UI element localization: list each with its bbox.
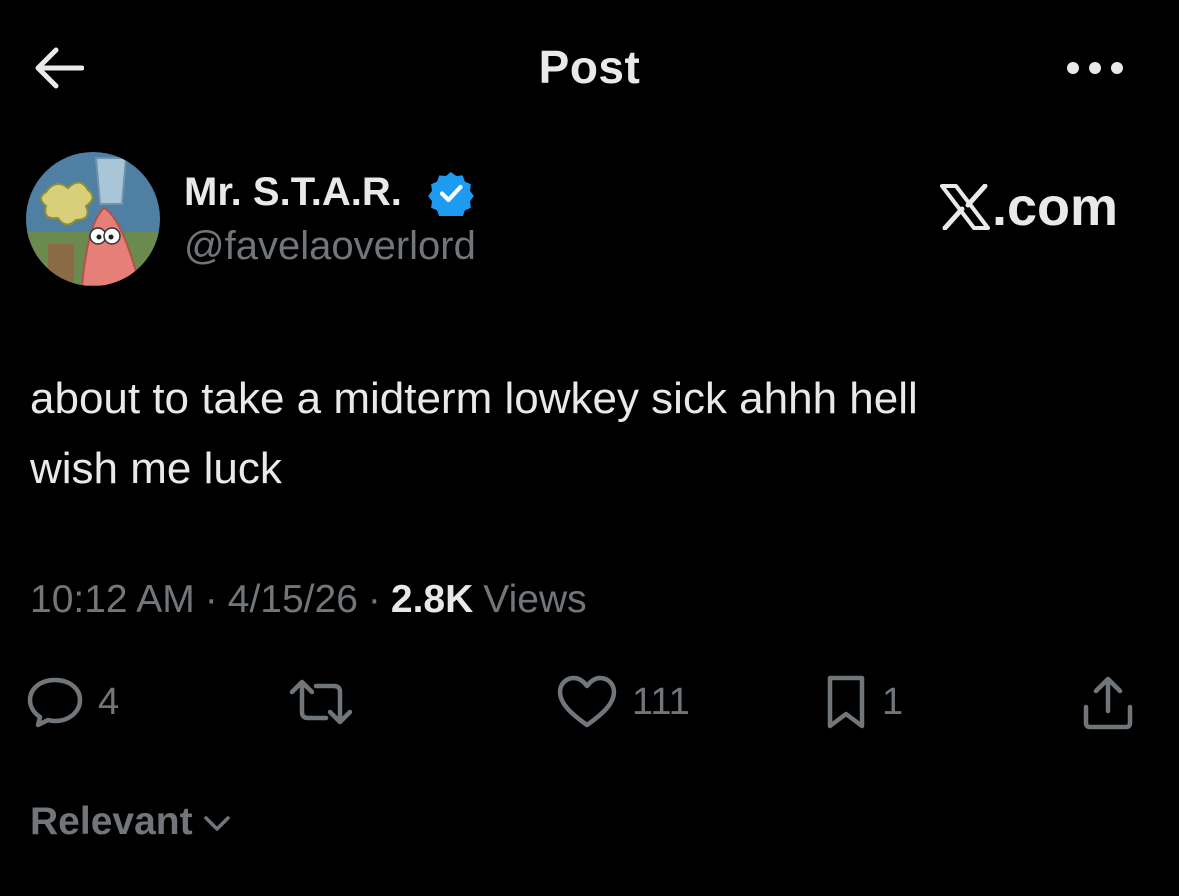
more-horizontal-icon (1067, 62, 1123, 74)
author-display-name[interactable]: Mr. S.T.A.R. (184, 170, 402, 215)
views-label[interactable]: Views (483, 578, 586, 622)
heart-icon (557, 675, 617, 728)
avatar-image (26, 152, 160, 286)
page-title: Post (538, 41, 641, 93)
avatar[interactable] (26, 152, 160, 286)
verified-badge-icon (428, 170, 474, 220)
repost-icon (289, 679, 353, 725)
x-watermark: .com (940, 176, 1118, 238)
share-button[interactable] (1080, 672, 1136, 732)
like-count: 111 (632, 680, 690, 723)
replies-sort-label: Relevant (30, 800, 193, 843)
replies-sort-dropdown[interactable]: Relevant (30, 800, 231, 844)
reply-count: 4 (98, 680, 120, 723)
like-button[interactable]: 111 (556, 672, 690, 732)
meta-separator: · (367, 578, 381, 621)
reply-icon (27, 677, 83, 728)
bookmark-count: 1 (882, 680, 904, 723)
chevron-down-icon (203, 816, 230, 831)
more-options-button[interactable] (1055, 48, 1135, 88)
post-text: about to take a midterm lowkey sick ahhh… (30, 364, 1150, 504)
post-text-line: wish me luck (30, 444, 282, 493)
meta-separator: · (204, 578, 218, 621)
post-text-line: about to take a midterm lowkey sick ahhh… (30, 374, 918, 423)
author-handle[interactable]: @favelaoverlord (184, 224, 476, 269)
post-time: 10:12 AM (30, 578, 195, 621)
bookmark-button[interactable]: 1 (824, 672, 903, 732)
reply-button[interactable]: 4 (26, 672, 119, 732)
share-icon (1083, 676, 1133, 730)
bookmark-icon (827, 675, 865, 729)
x-logo-icon (940, 184, 990, 230)
post-meta: 10:12 AM · 4/15/26 · 2.8K Views (30, 578, 587, 622)
repost-button[interactable] (288, 672, 368, 732)
watermark-text: .com (992, 177, 1119, 237)
views-count[interactable]: 2.8K (391, 578, 473, 622)
post-date: 4/15/26 (227, 578, 358, 621)
